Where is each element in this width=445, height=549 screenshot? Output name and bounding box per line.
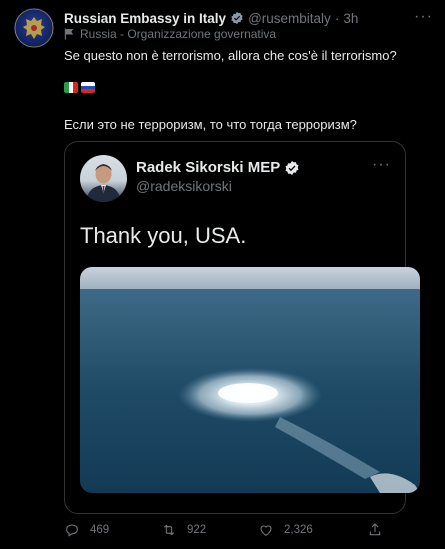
retweet-icon xyxy=(163,524,175,536)
quoted-tweet-image[interactable] xyxy=(80,267,420,493)
tweet-actions: 469 922 2,326 xyxy=(64,522,404,542)
tweet-text-italian: Se questo non è terrorismo, allora che c… xyxy=(64,48,397,63)
quoted-author-name-row: Radek Sikorski MEP xyxy=(136,159,300,176)
flag-emojis xyxy=(64,82,95,93)
like-button[interactable]: 2,326 xyxy=(258,522,313,538)
sea-gas-leak-photo xyxy=(80,267,420,493)
more-options-icon[interactable]: ··· xyxy=(414,8,433,26)
tweet-header: Russian Embassy in Italy @rusembitaly · … xyxy=(64,9,435,27)
government-label[interactable]: Russia - Organizzazione governativa xyxy=(64,27,276,41)
author-avatar[interactable] xyxy=(14,8,54,48)
share-icon xyxy=(369,523,381,536)
verified-badge-icon xyxy=(231,11,243,25)
retweet-count: 922 xyxy=(187,524,207,536)
reply-button[interactable]: 469 xyxy=(64,522,109,538)
separator-dot: · xyxy=(334,10,340,26)
retweet-button[interactable]: 922 xyxy=(161,522,206,538)
quoted-author-name[interactable]: Radek Sikorski MEP xyxy=(136,159,280,176)
reply-count: 469 xyxy=(90,524,110,536)
heart-icon xyxy=(260,525,272,536)
quoted-tweet-text: Thank you, USA. xyxy=(80,223,247,248)
quoted-tweet[interactable]: Radek Sikorski MEP @radeksikorski ··· Th… xyxy=(64,141,420,514)
share-button[interactable] xyxy=(367,522,383,538)
reply-icon xyxy=(66,524,78,537)
tweet-text-russian: Если это не терроризм, то что тогда терр… xyxy=(64,117,357,132)
quoted-author-handle[interactable]: @radeksikorski xyxy=(136,178,232,194)
author-name[interactable]: Russian Embassy in Italy xyxy=(64,11,226,26)
tweet-time[interactable]: 3h xyxy=(343,11,358,26)
quoted-author-avatar[interactable] xyxy=(80,155,127,202)
government-label-text: Russia - Organizzazione governativa xyxy=(80,27,277,41)
flag-label-icon xyxy=(64,28,74,40)
italy-flag-icon xyxy=(64,82,78,93)
russia-flag-icon xyxy=(81,82,95,93)
author-handle[interactable]: @rusembitaly xyxy=(248,11,331,26)
russian-coat-of-arms-icon xyxy=(14,8,54,48)
verified-badge-icon xyxy=(285,160,299,175)
like-count: 2,326 xyxy=(284,524,313,536)
person-portrait-icon xyxy=(86,164,121,202)
quoted-more-options-icon[interactable]: ··· xyxy=(372,156,391,174)
